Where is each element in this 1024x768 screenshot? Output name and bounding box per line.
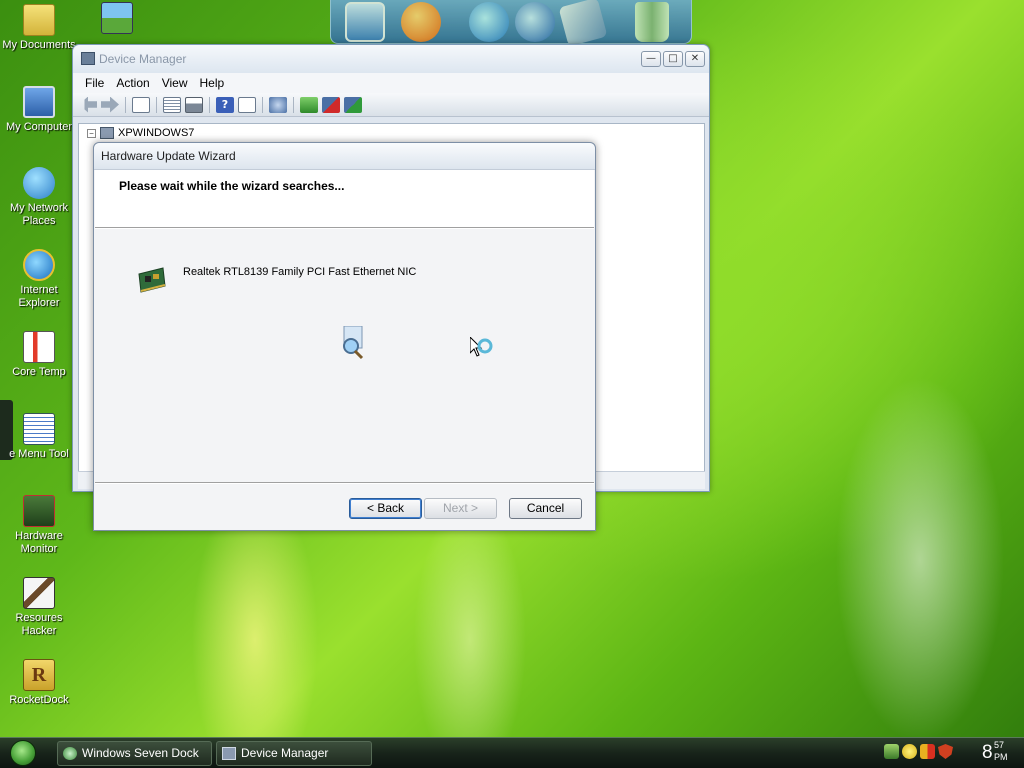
system-tray xyxy=(884,744,953,759)
minimize-button[interactable]: — xyxy=(641,51,661,67)
network-card-icon xyxy=(137,264,167,294)
desktop-icon-label: My Documents xyxy=(2,39,76,51)
header-divider xyxy=(95,227,594,229)
desktop-icon-label: My Computer xyxy=(5,121,73,133)
menu-file[interactable]: File xyxy=(81,76,112,90)
clock-ampm: PM xyxy=(994,752,1008,762)
enable-device-icon[interactable] xyxy=(344,96,362,113)
show-hide-tree-icon[interactable] xyxy=(132,96,150,113)
firefox-icon[interactable] xyxy=(401,2,441,42)
smiley-tray-icon[interactable] xyxy=(902,744,917,759)
menu-help[interactable]: Help xyxy=(196,76,233,90)
thermometer-icon xyxy=(23,331,55,363)
windows-seven-dock xyxy=(330,0,692,47)
action-pane-icon[interactable] xyxy=(238,96,256,113)
picture-icon xyxy=(101,2,133,34)
security-tray-icon[interactable] xyxy=(920,744,935,759)
toolbar: ? xyxy=(73,93,709,117)
task-label: Windows Seven Dock xyxy=(82,746,199,760)
desktop-icon-label: Hardware Monitor xyxy=(15,530,63,555)
back-arrow-icon[interactable] xyxy=(79,96,97,113)
recycle-bin-icon[interactable] xyxy=(635,2,669,42)
rocketdock-icon: R xyxy=(23,659,55,691)
desktop-icon-label: Resoures Hacker xyxy=(15,612,63,637)
network-globe-icon xyxy=(23,167,55,199)
print-icon[interactable] xyxy=(185,96,203,113)
desktop-icon-resources-hacker[interactable]: Resoures Hacker xyxy=(0,577,78,638)
monitor-icon[interactable] xyxy=(345,2,385,42)
desktop-icon-label: My Network Places xyxy=(9,202,69,227)
clock-hour: 8 xyxy=(982,742,993,763)
toolbar-separator xyxy=(209,96,210,113)
help-icon[interactable]: ? xyxy=(216,96,234,113)
menu-bar: File Action View Help xyxy=(73,73,709,93)
properties-icon[interactable] xyxy=(163,96,181,113)
device-name: Realtek RTL8139 Family PCI Fast Ethernet… xyxy=(183,266,417,278)
toolbar-separator xyxy=(293,96,294,113)
toolbar-separator xyxy=(156,96,157,113)
computer-icon xyxy=(23,86,55,118)
folder-icon xyxy=(23,4,55,36)
device-row: Realtek RTL8139 Family PCI Fast Ethernet… xyxy=(137,264,416,294)
circuit-board-icon xyxy=(23,495,55,527)
tree-root-node[interactable]: − XPWINDOWS7 xyxy=(87,127,194,139)
device-manager-title: Device Manager xyxy=(73,45,709,73)
desktop-icon-core-temp[interactable]: Core Temp xyxy=(0,331,78,379)
forward-arrow-icon[interactable] xyxy=(101,96,119,113)
busy-cursor-icon xyxy=(469,335,498,365)
shield-tray-icon[interactable] xyxy=(938,744,953,759)
taskbar-button-device-manager[interactable]: Device Manager xyxy=(216,741,372,766)
computer-node-icon xyxy=(100,127,114,139)
desktop-icon-label: e Menu Tool xyxy=(9,448,69,460)
window-controls: — □ ✕ xyxy=(641,51,705,67)
document-icon xyxy=(23,413,55,445)
desktop-icon-rocketdock[interactable]: R RocketDock xyxy=(0,659,78,707)
desktop-icon-label: RocketDock xyxy=(9,694,69,706)
collapse-icon[interactable]: − xyxy=(87,128,96,138)
start-button[interactable] xyxy=(10,740,36,766)
desktop-icon-internet-explorer[interactable]: Internet Explorer xyxy=(0,249,78,310)
cancel-button[interactable]: Cancel xyxy=(509,498,582,519)
desktop-icon-second[interactable] xyxy=(78,2,156,37)
clock-minutes: 57 xyxy=(994,740,1005,750)
maximize-button[interactable]: □ xyxy=(663,51,683,67)
wizard-heading: Please wait while the wizard searches... xyxy=(119,179,345,193)
media-player-icon[interactable] xyxy=(515,2,555,42)
desktop-icon-my-documents[interactable]: My Documents xyxy=(0,4,78,52)
taskbar-clock[interactable]: 8 57 PM xyxy=(982,740,1008,764)
internet-explorer-icon xyxy=(23,249,55,281)
search-animation-icon xyxy=(340,325,370,362)
desktop-icon-label: Core Temp xyxy=(12,366,66,378)
network-tray-icon[interactable] xyxy=(884,744,899,759)
internet-explorer-dock-icon[interactable] xyxy=(469,2,509,42)
next-button[interactable]: Next > xyxy=(424,498,497,519)
wizard-title: Hardware Update Wizard xyxy=(94,143,595,170)
desktop-icon-menu-tool[interactable]: e Menu Tool xyxy=(0,413,78,461)
footer-divider xyxy=(95,482,594,484)
hardware-update-wizard: Hardware Update Wizard Please wait while… xyxy=(93,142,596,531)
hammer-icon xyxy=(23,577,55,609)
menu-action[interactable]: Action xyxy=(112,76,157,90)
toolbar-separator xyxy=(262,96,263,113)
desktop-icon-label: Internet Explorer xyxy=(18,284,60,309)
uninstall-icon[interactable] xyxy=(322,96,340,113)
back-button[interactable]: < Back xyxy=(349,498,422,519)
toolbar-separator xyxy=(125,96,126,113)
taskbar-button-windows-seven-dock[interactable]: Windows Seven Dock xyxy=(57,741,212,766)
update-driver-icon[interactable] xyxy=(300,96,318,113)
desktop-icon-hardware-monitor[interactable]: Hardware Monitor xyxy=(0,495,78,556)
dock-app-icon xyxy=(63,747,77,760)
device-manager-task-icon xyxy=(222,747,236,760)
scan-hardware-icon[interactable] xyxy=(269,96,287,113)
device-manager-icon xyxy=(81,52,95,65)
desktop-icon-my-network-places[interactable]: My Network Places xyxy=(0,167,78,228)
taskbar: Windows Seven Dock Device Manager 8 57 P… xyxy=(0,737,1024,768)
desktop-icon-my-computer[interactable]: My Computer xyxy=(0,86,78,134)
task-label: Device Manager xyxy=(241,746,329,760)
tree-root-label: XPWINDOWS7 xyxy=(118,127,195,139)
control-panel-icon[interactable] xyxy=(558,0,608,47)
menu-view[interactable]: View xyxy=(158,76,196,90)
close-button[interactable]: ✕ xyxy=(685,51,705,67)
wizard-header: Please wait while the wizard searches... xyxy=(95,170,594,228)
